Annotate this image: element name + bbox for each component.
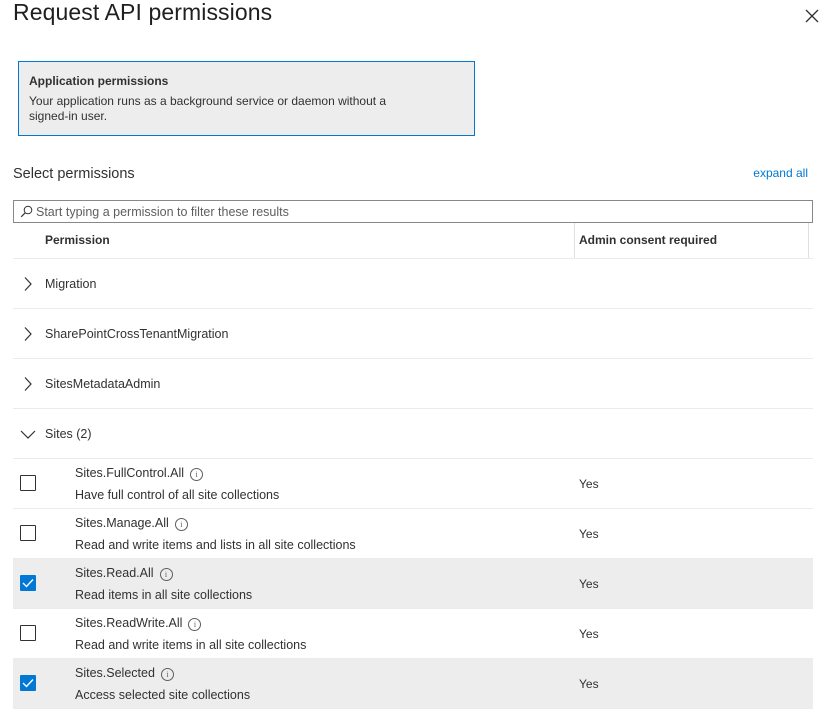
select-permissions-label: Select permissions xyxy=(13,166,135,182)
column-header-permission: Permission xyxy=(45,233,110,247)
group-label: SitesMetadataAdmin xyxy=(45,377,161,391)
close-button[interactable] xyxy=(802,6,822,26)
group-row-migration[interactable]: Migration xyxy=(13,259,813,309)
group-row-sites[interactable]: Sites (2) xyxy=(13,409,813,459)
group-row-sitesmetadataadmin[interactable]: SitesMetadataAdmin xyxy=(13,359,813,409)
permission-checkbox[interactable] xyxy=(20,525,36,541)
checkmark-icon xyxy=(22,579,34,588)
chevron-right-icon xyxy=(24,377,32,391)
expand-all-link[interactable]: expand all xyxy=(753,166,808,180)
permission-search-input[interactable] xyxy=(36,202,806,221)
permission-name: Sites.Selected xyxy=(75,666,155,680)
permission-name: Sites.Read.All xyxy=(75,566,154,580)
permission-description: Read items in all site collections xyxy=(75,588,253,602)
permission-name: Sites.Manage.All xyxy=(75,516,169,530)
permission-row-sites-readwrite-all[interactable]: Sites.ReadWrite.All i Read and write item… xyxy=(13,609,813,659)
permission-row-sites-selected[interactable]: Sites.Selected i Access selected site col… xyxy=(13,659,813,709)
permission-description: Read and write items and lists in all si… xyxy=(75,538,356,552)
permission-description: Have full control of all site collection… xyxy=(75,488,280,502)
admin-consent-value: Yes xyxy=(579,577,599,591)
application-permissions-info-box: Application permissions Your application… xyxy=(18,61,475,136)
admin-consent-value: Yes xyxy=(579,527,599,541)
permission-name-container: Sites.ReadWrite.All i xyxy=(75,616,202,631)
close-icon xyxy=(805,9,819,23)
permission-name-container: Sites.Manage.All i xyxy=(75,516,188,531)
info-icon[interactable]: i xyxy=(160,668,174,681)
permission-name: Sites.ReadWrite.All xyxy=(75,616,183,630)
info-box-title: Application permissions xyxy=(29,74,169,88)
admin-consent-value: Yes xyxy=(579,627,599,641)
permission-row-sites-fullcontrol-all[interactable]: Sites.FullControl.All i Have full control… xyxy=(13,459,813,509)
permission-name-container: Sites.Selected i xyxy=(75,666,174,681)
permission-search-box[interactable] xyxy=(13,200,813,223)
info-icon[interactable]: i xyxy=(174,518,188,531)
permission-name-container: Sites.Read.All i xyxy=(75,566,173,581)
table-header: Permission Admin consent required xyxy=(13,223,813,259)
info-icon[interactable]: i xyxy=(190,468,204,481)
group-label: Sites (2) xyxy=(45,427,92,441)
admin-consent-value: Yes xyxy=(579,477,599,491)
group-row-sharepointcrosstenantmigration[interactable]: SharePointCrossTenantMigration xyxy=(13,309,813,359)
permission-name: Sites.FullControl.All xyxy=(75,466,185,480)
checkmark-icon xyxy=(22,679,34,688)
permission-checkbox[interactable] xyxy=(20,625,36,641)
chevron-down-icon xyxy=(20,430,36,439)
chevron-right-icon xyxy=(24,277,32,291)
column-divider xyxy=(574,223,575,259)
group-label: Migration xyxy=(45,277,97,291)
permission-row-sites-manage-all[interactable]: Sites.Manage.All i Read and write items a… xyxy=(13,509,813,559)
info-box-description: Your application runs as a background se… xyxy=(29,94,387,123)
permission-row-sites-read-all[interactable]: Sites.Read.All i Read items in all site c… xyxy=(13,559,813,609)
permission-checkbox[interactable] xyxy=(20,675,36,691)
column-divider xyxy=(808,223,809,259)
search-icon xyxy=(20,205,33,218)
column-header-admin-consent: Admin consent required xyxy=(579,233,718,247)
permission-checkbox[interactable] xyxy=(20,475,36,491)
group-label: SharePointCrossTenantMigration xyxy=(45,327,229,341)
info-icon[interactable]: i xyxy=(188,618,202,631)
permission-description: Access selected site collections xyxy=(75,688,251,702)
chevron-right-icon xyxy=(24,327,32,341)
page-title: Request API permissions xyxy=(13,0,273,25)
permission-checkbox[interactable] xyxy=(20,575,36,591)
admin-consent-value: Yes xyxy=(579,677,599,691)
permission-name-container: Sites.FullControl.All i xyxy=(75,466,204,481)
info-icon[interactable]: i xyxy=(159,568,173,581)
permission-description: Read and write items in all site collect… xyxy=(75,638,307,652)
